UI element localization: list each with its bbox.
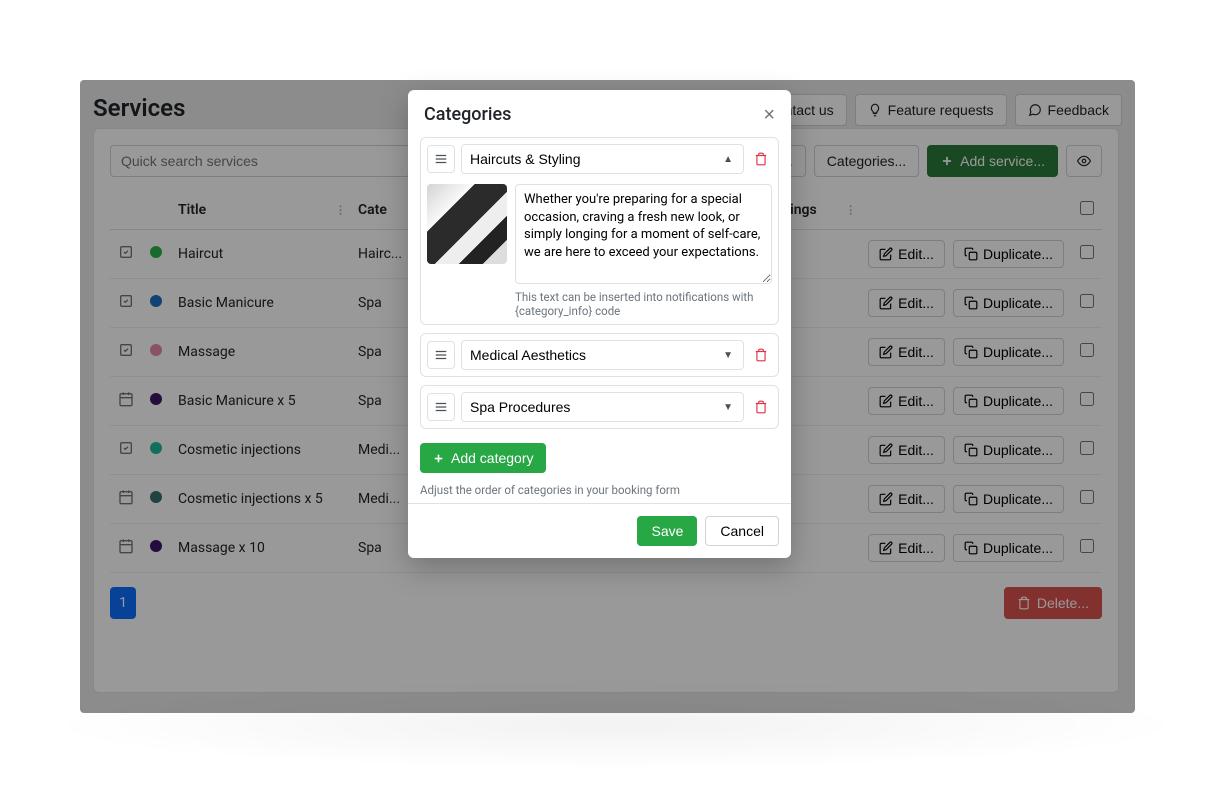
category-name-field[interactable] bbox=[470, 347, 721, 363]
categories-modal: Categories × ▲ bbox=[408, 90, 791, 558]
category-thumbnail[interactable] bbox=[427, 184, 507, 264]
plus-icon bbox=[432, 452, 445, 465]
category-description-textarea[interactable] bbox=[515, 184, 772, 284]
category-name-field[interactable] bbox=[470, 151, 721, 167]
drag-handle-icon[interactable] bbox=[427, 145, 455, 173]
delete-category-button[interactable] bbox=[750, 396, 772, 418]
adjust-order-text: Adjust the order of categories in your b… bbox=[420, 483, 779, 497]
save-button[interactable]: Save bbox=[637, 516, 697, 546]
category-name-field[interactable] bbox=[470, 399, 721, 415]
cancel-button[interactable]: Cancel bbox=[705, 516, 779, 546]
close-icon[interactable]: × bbox=[763, 105, 775, 125]
delete-category-button[interactable] bbox=[750, 148, 772, 170]
category-item: ▲ This text can be inserted into notific… bbox=[420, 137, 779, 325]
caret-up-icon[interactable]: ▲ bbox=[721, 154, 735, 165]
helper-text: This text can be inserted into notificat… bbox=[515, 290, 772, 318]
add-category-button[interactable]: Add category bbox=[420, 443, 546, 473]
add-category-label: Add category bbox=[451, 450, 534, 466]
category-item: ▼ bbox=[420, 385, 779, 429]
drag-handle-icon[interactable] bbox=[427, 393, 455, 421]
caret-down-icon[interactable]: ▼ bbox=[721, 402, 735, 413]
category-name-input[interactable]: ▲ bbox=[461, 144, 744, 174]
category-name-input[interactable]: ▼ bbox=[461, 392, 744, 422]
category-item: ▼ bbox=[420, 333, 779, 377]
drag-handle-icon[interactable] bbox=[427, 341, 455, 369]
modal-title: Categories bbox=[424, 104, 511, 125]
delete-category-button[interactable] bbox=[750, 344, 772, 366]
category-name-input[interactable]: ▼ bbox=[461, 340, 744, 370]
caret-down-icon[interactable]: ▼ bbox=[721, 350, 735, 361]
